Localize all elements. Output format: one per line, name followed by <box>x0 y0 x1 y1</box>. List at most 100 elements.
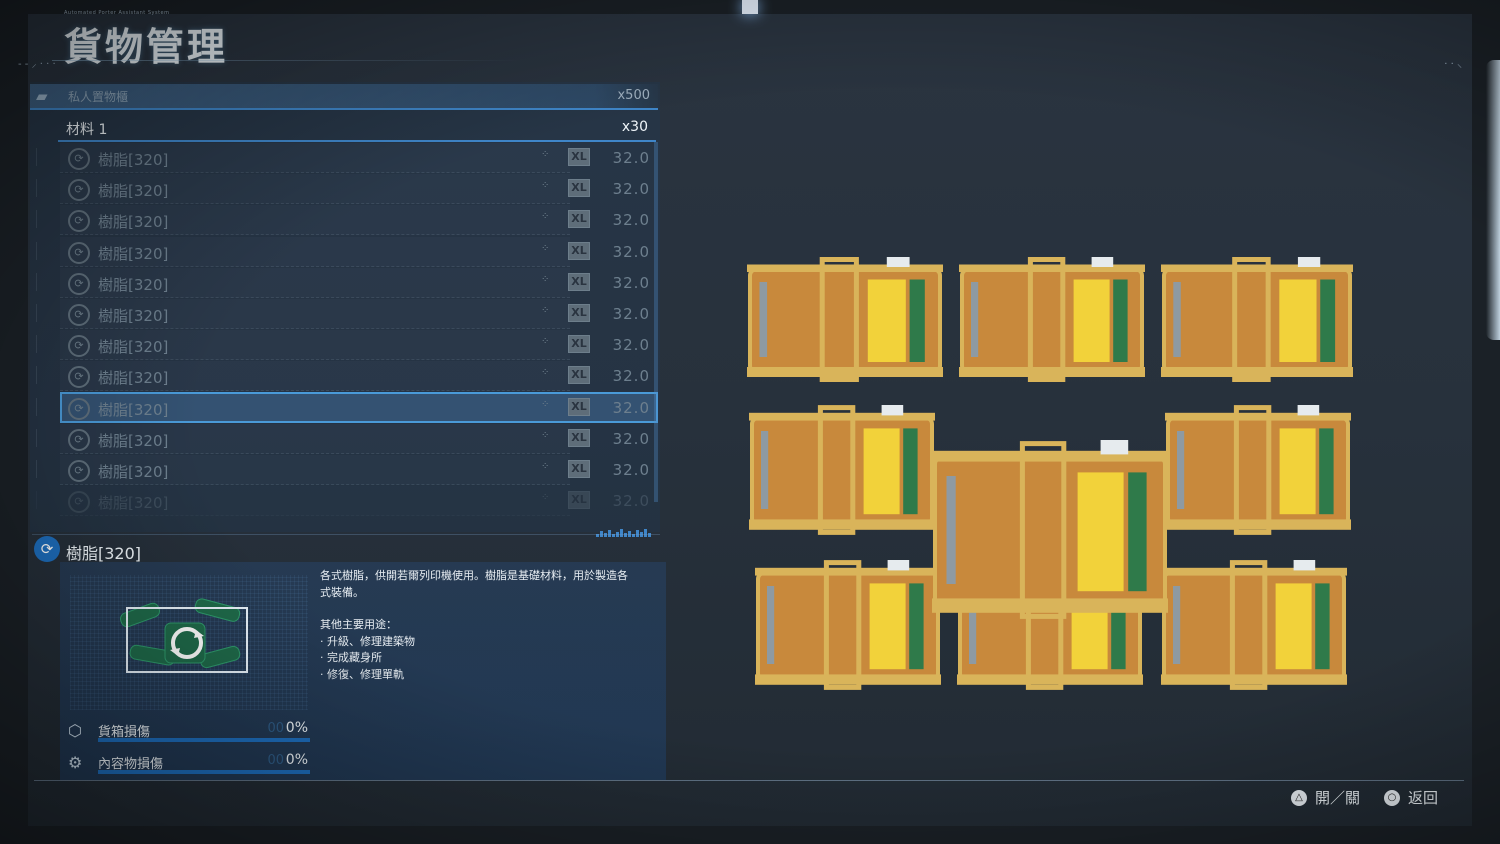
size-badge: XL <box>568 303 590 322</box>
cargo-crate <box>1161 257 1353 382</box>
container-damage-value: 0% <box>285 720 308 736</box>
list-item-marker <box>36 366 53 385</box>
corner-mark-right: · · ⸜ <box>1444 59 1462 70</box>
locker-count: x500 <box>617 88 650 103</box>
list-item-marker <box>36 148 53 166</box>
item-weight: 32.0 <box>612 211 650 230</box>
cargo-list-item[interactable]: ⟳ 樹脂[320] ⁘ XL 32.0 <box>36 173 658 205</box>
grip-icon: ⁘ <box>541 211 550 223</box>
item-weight: 32.0 <box>612 273 650 292</box>
item-weight: 32.0 <box>612 336 650 355</box>
contents-damage-ghost: 00 <box>267 753 284 768</box>
back-prompt[interactable]: 返回 <box>1408 787 1438 808</box>
cargo-list-item[interactable]: ⟳ 樹脂[320] ⁘ XL 32.0 <box>36 391 658 423</box>
grip-icon: ⁘ <box>541 242 550 254</box>
right-light <box>1486 60 1500 340</box>
item-name: 樹脂[320] <box>98 462 169 481</box>
item-weight: 32.0 <box>612 429 650 448</box>
list-item-marker <box>36 428 53 447</box>
grip-icon: ⁘ <box>541 367 550 379</box>
cargo-stack-preview <box>747 257 1353 690</box>
grip-icon: ⁘ <box>541 429 550 441</box>
list-item-marker <box>36 459 53 478</box>
list-item-marker <box>36 210 53 229</box>
container-damage-ghost: 00 <box>267 721 284 736</box>
item-name: 樹脂[320] <box>98 400 169 419</box>
description-line: 各式樹脂，供開若爾列印機使用。樹脂是基礎材料，用於製造各 <box>320 569 628 582</box>
grip-icon: ⁘ <box>541 398 550 410</box>
cargo-list-item[interactable]: ⟳ 樹脂[320] ⁘ XL 32.0 <box>36 267 658 298</box>
cargo-crate <box>1165 405 1351 535</box>
top-light <box>742 0 758 14</box>
list-item-marker <box>36 272 53 291</box>
item-weight: 32.0 <box>612 180 650 199</box>
cargo-crate <box>1161 560 1347 690</box>
size-badge: XL <box>568 397 590 416</box>
circle-button-icon: ○ <box>1383 789 1400 806</box>
size-badge: XL <box>568 459 590 478</box>
description-line: · 修復、修理單軌 <box>320 667 404 681</box>
item-name: 樹脂[320] <box>98 275 169 294</box>
pixel-meter <box>596 518 656 537</box>
button-prompts: △ 開／關 ○ 返回 <box>1290 787 1438 808</box>
size-badge: XL <box>568 335 590 354</box>
detail-name: 樹脂[320] <box>66 544 142 563</box>
cargo-list-item[interactable]: ⟳ 樹脂[320] ⁘ XL 32.0 <box>36 360 658 392</box>
resin-icon: ⟳ <box>68 397 90 420</box>
resin-icon: ⟳ <box>68 303 90 326</box>
locker-label: 私人置物櫃 <box>68 90 129 104</box>
list-item-marker <box>36 491 53 510</box>
resin-icon: ⟳ <box>68 491 90 514</box>
resin-icon: ⟳ <box>68 428 90 451</box>
cargo-crate <box>747 257 943 382</box>
cargo-list-item[interactable]: ⟳ 樹脂[320] ⁘ XL 32.0 <box>36 204 658 236</box>
item-name: 樹脂[320] <box>98 431 169 450</box>
list-item-marker <box>36 397 53 416</box>
corner-mark-left: - - ⸝ · · · <box>18 59 56 70</box>
item-name: 樹脂[320] <box>98 338 169 357</box>
category-label: 材料 1 <box>66 122 108 138</box>
grip-icon: ⁘ <box>541 304 550 316</box>
description-line: 其他主要用途： <box>320 618 397 631</box>
size-badge: XL <box>568 491 590 510</box>
size-badge: XL <box>568 428 590 447</box>
item-weight: 32.0 <box>612 304 650 323</box>
cargo-list-item[interactable]: ⟳ 樹脂[320] ⁘ XL 32.0 <box>36 236 658 267</box>
toggle-prompt[interactable]: 開／關 <box>1315 787 1360 808</box>
grip-icon: ⁘ <box>541 460 550 472</box>
cargo-list-item[interactable]: ⟳ 樹脂[320] ⁘ XL 32.0 <box>36 485 658 517</box>
contents-damage-bar <box>98 770 310 774</box>
container-damage-bar <box>98 738 310 742</box>
list-scrollbar[interactable] <box>654 142 658 502</box>
resin-icon: ⟳ <box>68 335 90 358</box>
size-badge: XL <box>568 241 590 260</box>
locker-icon: ▰ <box>36 87 48 105</box>
detail-header: ⟳ 樹脂[320] <box>32 534 660 563</box>
item-weight: 32.0 <box>612 492 650 511</box>
description-line <box>320 601 655 617</box>
category-header[interactable]: 材料 1 x30 <box>58 112 656 142</box>
grip-icon: ⁘ <box>541 273 550 285</box>
item-weight: 32.0 <box>612 149 650 167</box>
item-name: 樹脂[320] <box>98 306 169 325</box>
cargo-list-item[interactable]: ⟳ 樹脂[320] ⁘ XL 32.0 <box>36 423 658 454</box>
description-line: 式裝備。 <box>320 585 364 599</box>
item-weight: 32.0 <box>612 398 650 417</box>
resin-icon: ⟳ <box>68 148 90 170</box>
item-weight: 32.0 <box>612 460 650 479</box>
size-badge: XL <box>568 210 590 229</box>
container-damage: ⬡ 貨箱損傷 00 0% <box>64 718 312 744</box>
cargo-list-item[interactable]: ⟳ 樹脂[320] ⁘ XL 32.0 <box>36 142 658 173</box>
footer-divider <box>34 780 1464 781</box>
resin-icon: ⟳ <box>68 272 90 295</box>
cargo-list-item[interactable]: ⟳ 樹脂[320] ⁘ XL 32.0 <box>36 298 658 329</box>
description-line: · 完成藏身所 <box>320 651 382 664</box>
locker-header[interactable]: ▰ 私人置物櫃 x500 <box>30 84 658 110</box>
grip-icon: ⁘ <box>541 180 550 192</box>
item-weight: 32.0 <box>612 367 650 386</box>
cargo-list-item[interactable]: ⟳ 樹脂[320] ⁘ XL 32.0 <box>36 329 658 361</box>
item-description: 各式樹脂，供開若爾列印機使用。樹脂是基礎材料，用於製造各 式裝備。其他主要用途： ·… <box>320 568 655 683</box>
size-badge: XL <box>568 366 590 385</box>
gear-icon: ⚙ <box>68 753 83 772</box>
cargo-list-item[interactable]: ⟳ 樹脂[320] ⁘ XL 32.0 <box>36 454 658 485</box>
